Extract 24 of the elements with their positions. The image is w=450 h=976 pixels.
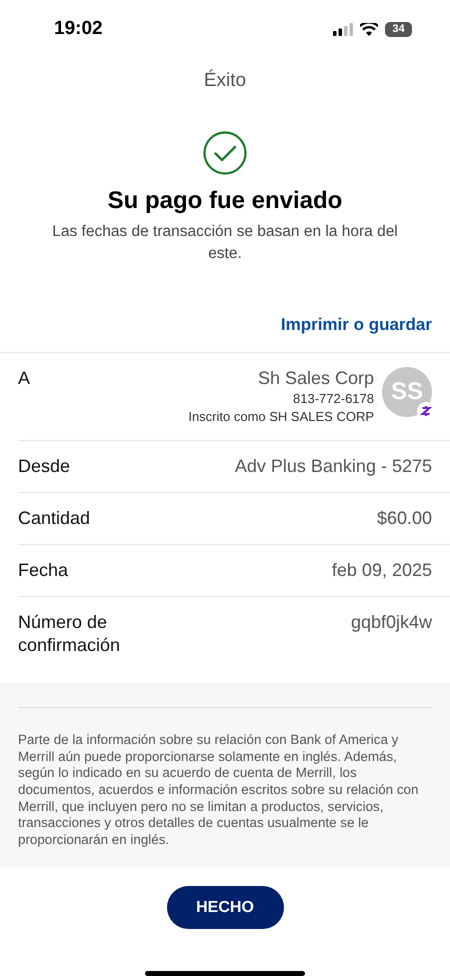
avatar-initials: SS — [390, 378, 423, 406]
wifi-icon — [360, 22, 378, 36]
row-label: Número de confirmación — [18, 611, 122, 658]
done-button[interactable]: HECHO — [166, 886, 284, 930]
row-label: Fecha — [18, 559, 68, 582]
print-link[interactable]: Imprimir o guardar — [280, 315, 432, 338]
row-label: A — [18, 367, 30, 390]
recipient-name: Sh Sales Corp — [258, 367, 374, 390]
success-heading: Su pago fue enviado — [106, 187, 344, 216]
timezone-note: Las fechas de transacción se basan en la hora del este. — [51, 222, 399, 264]
signal-icon — [333, 22, 353, 36]
row-value: gqbf0jk4w — [350, 611, 432, 634]
enrolled-name: Inscrito como SH SALES CORP — [188, 408, 374, 426]
row-value: Adv Plus Banking - 5275 — [234, 455, 432, 478]
battery-level: 34 — [385, 22, 412, 37]
disclaimer-text: Parte de la información sobre su relación con Bank of America y Merrill aún puede proporcionarse solamente en inglés. Además, según lo indicado en su acuerdo de cuenta de Merrill, los documentos, acuerdos e información escritos sobre su relación con Merrill, que incluyen pero no se limitan a productos, servicios, transacciones y otros detalles de cuentas usualmente se le proporcionarán en inglés. — [18, 732, 420, 848]
row-label: Desde — [18, 455, 70, 478]
page-title: Éxito — [202, 70, 248, 92]
recipient-phone: 813-772-6178 — [293, 390, 374, 408]
row-value: $60.00 — [376, 507, 432, 530]
row-label: Cantidad — [18, 507, 90, 530]
success-check-icon — [203, 131, 247, 176]
row-value: feb 09, 2025 — [332, 559, 432, 582]
status-time: 19:02 — [54, 18, 103, 40]
